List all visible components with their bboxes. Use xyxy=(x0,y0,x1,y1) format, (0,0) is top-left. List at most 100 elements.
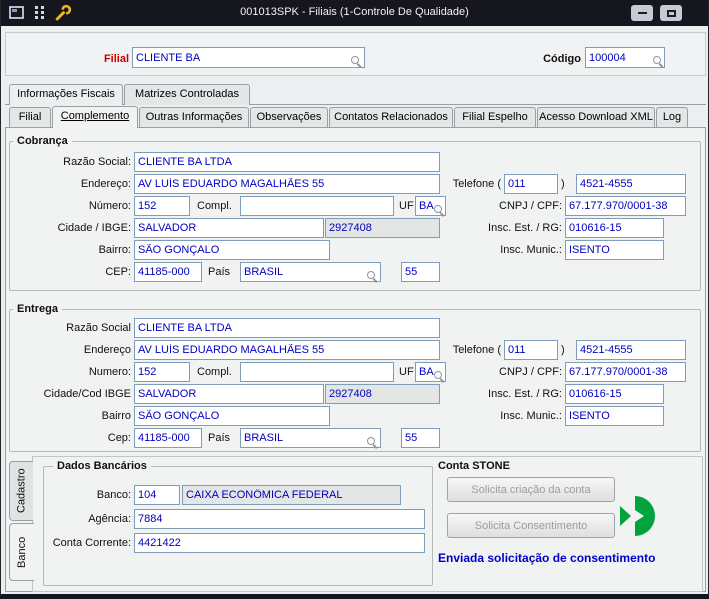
entrega-title: Entrega xyxy=(13,302,62,316)
codigo-lookup-icon[interactable] xyxy=(653,56,664,67)
entrega-pais-lookup-icon[interactable] xyxy=(367,437,378,448)
entrega-insc-est-label: Insc. Est. / RG: xyxy=(488,388,562,400)
cobranca-uf-lookup-icon[interactable] xyxy=(434,205,445,216)
cobranca-insc-mun-label: Insc. Munic.: xyxy=(500,244,562,256)
maximize-button[interactable] xyxy=(660,5,682,21)
minimize-button[interactable] xyxy=(631,5,653,21)
tab-outras-informacoes[interactable]: Outras Informações xyxy=(139,107,249,127)
cobranca-insc-est-input[interactable] xyxy=(565,218,664,238)
agencia-input[interactable] xyxy=(134,509,425,529)
tab-filial-espelho[interactable]: Filial Espelho xyxy=(454,107,536,127)
cobranca-telefone-ddd-input[interactable] xyxy=(504,174,558,194)
cobranca-compl-label: Compl. xyxy=(197,200,232,212)
entrega-insc-mun-label: Insc. Munic.: xyxy=(500,410,562,422)
cobranca-razao-social-label: Razão Social: xyxy=(63,156,131,168)
entrega-pais-label: País xyxy=(208,432,231,444)
cobranca-cep-input[interactable] xyxy=(134,262,202,282)
banco-nome-field xyxy=(182,485,401,505)
cobranca-telefone-input[interactable] xyxy=(576,174,686,194)
stone-logo-icon xyxy=(619,494,659,540)
cobranca-cnpj-input[interactable] xyxy=(565,196,686,216)
entrega-endereco-input[interactable] xyxy=(134,340,440,360)
entrega-bairro-input[interactable] xyxy=(134,406,330,426)
tab-complemento[interactable]: Complemento xyxy=(52,106,138,128)
entrega-numero-input[interactable] xyxy=(134,362,190,382)
conta-corrente-input[interactable] xyxy=(134,533,425,553)
entrega-cep-input[interactable] xyxy=(134,428,202,448)
cobranca-pais-input[interactable] xyxy=(240,262,381,282)
dados-bancarios-title: Dados Bancários xyxy=(53,459,151,473)
entrega-insc-est-input[interactable] xyxy=(565,384,664,404)
cobranca-cidade-input[interactable] xyxy=(134,218,324,238)
banco-code-input[interactable] xyxy=(134,485,180,505)
titlebar: 001013SPK - Filiais (1-Controle De Quali… xyxy=(1,0,708,26)
cobranca-endereco-input[interactable] xyxy=(134,174,440,194)
cobranca-cnpj-label: CNPJ / CPF: xyxy=(499,200,562,212)
cobranca-telefone-paren: ) xyxy=(561,178,565,190)
tab-informacoes-fiscais[interactable]: Informações Fiscais xyxy=(9,84,123,105)
tab-matrizes-controladas[interactable]: Matrizes Controladas xyxy=(124,84,250,105)
cobranca-numero-label: Número: xyxy=(88,200,131,212)
cobranca-insc-est-label: Insc. Est. / RG: xyxy=(488,222,562,234)
entrega-uf-label: UF xyxy=(399,366,414,378)
cobranca-cep-label: CEP: xyxy=(105,266,131,278)
cobranca-bairro-input[interactable] xyxy=(134,240,330,260)
side-tab-banco[interactable]: Banco xyxy=(9,523,34,581)
entrega-telefone-ddd-input[interactable] xyxy=(504,340,558,360)
cobranca-compl-input[interactable] xyxy=(240,196,394,216)
filial-input[interactable] xyxy=(132,47,365,68)
banco-label: Banco: xyxy=(96,489,131,501)
entrega-compl-input[interactable] xyxy=(240,362,394,382)
entrega-razao-social-input[interactable] xyxy=(134,318,440,338)
tab-contatos-relacionados[interactable]: Contatos Relacionados xyxy=(329,107,453,127)
entrega-cnpj-input[interactable] xyxy=(565,362,686,382)
cobranca-pais-label: País xyxy=(208,266,231,278)
conta-stone-title: Conta STONE xyxy=(438,460,510,472)
cobranca-numero-input[interactable] xyxy=(134,196,190,216)
agencia-label: Agência: xyxy=(88,513,131,525)
cobranca-endereco-label: Endereço: xyxy=(80,178,131,190)
tab-acesso-download-xml[interactable]: Acesso Download XML xyxy=(537,107,655,127)
entrega-cidade-label: Cidade/Cod IBGE xyxy=(43,388,131,400)
cobranca-pais-lookup-icon[interactable] xyxy=(367,271,378,282)
entrega-telefone-label: Telefone ( xyxy=(452,344,501,356)
entrega-uf-lookup-icon[interactable] xyxy=(434,371,445,382)
cobranca-pais-cod-input[interactable] xyxy=(401,262,440,282)
solicita-criacao-button[interactable]: Solicita criação da conta xyxy=(447,477,615,502)
entrega-telefone-input[interactable] xyxy=(576,340,686,360)
tab-observacoes[interactable]: Observações xyxy=(250,107,328,127)
entrega-cidade-input[interactable] xyxy=(134,384,324,404)
consentimento-status-text: Enviada solicitação de consentimento xyxy=(438,551,656,565)
window-title: 001013SPK - Filiais (1-Controle De Quali… xyxy=(240,6,469,18)
side-tab-cadastro[interactable]: Cadastro xyxy=(9,461,33,521)
filial-label: Filial xyxy=(103,53,129,65)
entrega-insc-mun-input[interactable] xyxy=(565,406,664,426)
tab-log[interactable]: Log xyxy=(656,107,688,127)
entrega-telefone-paren: ) xyxy=(561,344,565,356)
tab-filial[interactable]: Filial xyxy=(9,107,51,127)
conta-corrente-label: Conta Corrente: xyxy=(52,537,131,549)
entrega-compl-label: Compl. xyxy=(197,366,232,378)
solicita-consentimento-button[interactable]: Solicita Consentimento xyxy=(447,513,615,538)
codigo-label: Código xyxy=(543,53,581,65)
filial-lookup-icon[interactable] xyxy=(351,56,362,67)
maximize-icon xyxy=(666,9,676,17)
entrega-cep-label: Cep: xyxy=(107,432,131,444)
cobranca-ibge-field xyxy=(325,218,440,238)
entrega-endereco-label: Endereço xyxy=(83,344,131,356)
entrega-numero-label: Numero: xyxy=(88,366,131,378)
cobranca-telefone-label: Telefone ( xyxy=(452,178,501,190)
minimize-icon xyxy=(637,12,647,14)
entrega-pais-cod-input[interactable] xyxy=(401,428,440,448)
cobranca-cidade-label: Cidade / IBGE: xyxy=(57,222,131,234)
cobranca-insc-mun-input[interactable] xyxy=(565,240,664,260)
cobranca-title: Cobrança xyxy=(13,134,72,148)
entrega-ibge-field xyxy=(325,384,440,404)
entrega-bairro-label: Bairro xyxy=(101,410,131,422)
application-window: 001013SPK - Filiais (1-Controle De Quali… xyxy=(0,0,709,599)
cobranca-bairro-label: Bairro: xyxy=(98,244,131,256)
entrega-razao-social-label: Razão Social xyxy=(66,322,131,334)
entrega-pais-input[interactable] xyxy=(240,428,381,448)
cobranca-uf-label: UF xyxy=(399,200,414,212)
cobranca-razao-social-input[interactable] xyxy=(134,152,440,172)
